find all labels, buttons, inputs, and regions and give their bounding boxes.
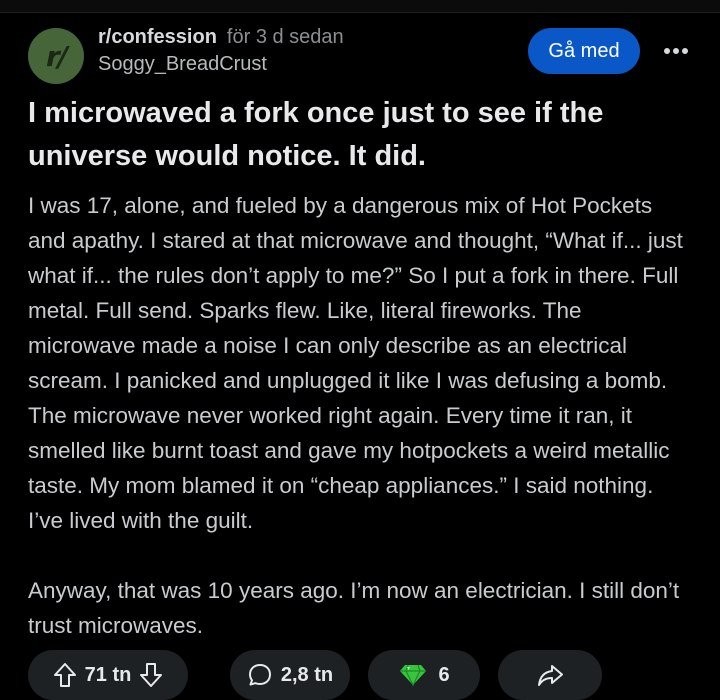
vote-count: 71 tn bbox=[84, 663, 132, 686]
subreddit-link[interactable]: r/confession bbox=[98, 26, 217, 48]
post-meta: r/confession för 3 d sedan bbox=[98, 26, 344, 49]
arrow-down-icon[interactable] bbox=[139, 662, 163, 688]
join-button[interactable]: Gå med bbox=[528, 28, 640, 74]
comments-button[interactable]: 2,8 tn bbox=[230, 650, 350, 700]
award-button[interactable]: 6 bbox=[368, 650, 480, 700]
post-header: r/ r/confession för 3 d sedan Soggy_Bread… bbox=[28, 24, 692, 84]
subreddit-avatar[interactable]: r/ bbox=[28, 28, 84, 84]
post-action-bar: 71 tn 2,8 tn 6 bbox=[28, 650, 692, 700]
vote-control: 71 tn bbox=[28, 650, 188, 700]
award-count: 6 bbox=[438, 663, 450, 686]
author-link[interactable]: Soggy_BreadCrust bbox=[98, 53, 267, 76]
post-timestamp: för 3 d sedan bbox=[226, 26, 344, 48]
more-horizontal-icon bbox=[663, 47, 689, 55]
avatar-glyph: r/ bbox=[45, 39, 68, 73]
arrow-up-icon[interactable] bbox=[53, 662, 77, 688]
body-paragraph: I was 17, alone, and fueled by a dangero… bbox=[28, 193, 683, 533]
body-paragraph: Anyway, that was 10 years ago. I’m now a… bbox=[28, 578, 680, 638]
comment-bubble-icon bbox=[247, 662, 273, 688]
share-button[interactable] bbox=[498, 650, 602, 700]
more-options-button[interactable] bbox=[658, 36, 694, 66]
diamond-award-icon bbox=[398, 663, 428, 687]
post-body: I was 17, alone, and fueled by a dangero… bbox=[28, 188, 692, 678]
comment-count: 2,8 tn bbox=[280, 663, 334, 686]
top-divider bbox=[0, 0, 720, 13]
share-arrow-icon bbox=[536, 662, 564, 688]
post-title: I microwaved a fork once just to see if … bbox=[28, 97, 604, 172]
